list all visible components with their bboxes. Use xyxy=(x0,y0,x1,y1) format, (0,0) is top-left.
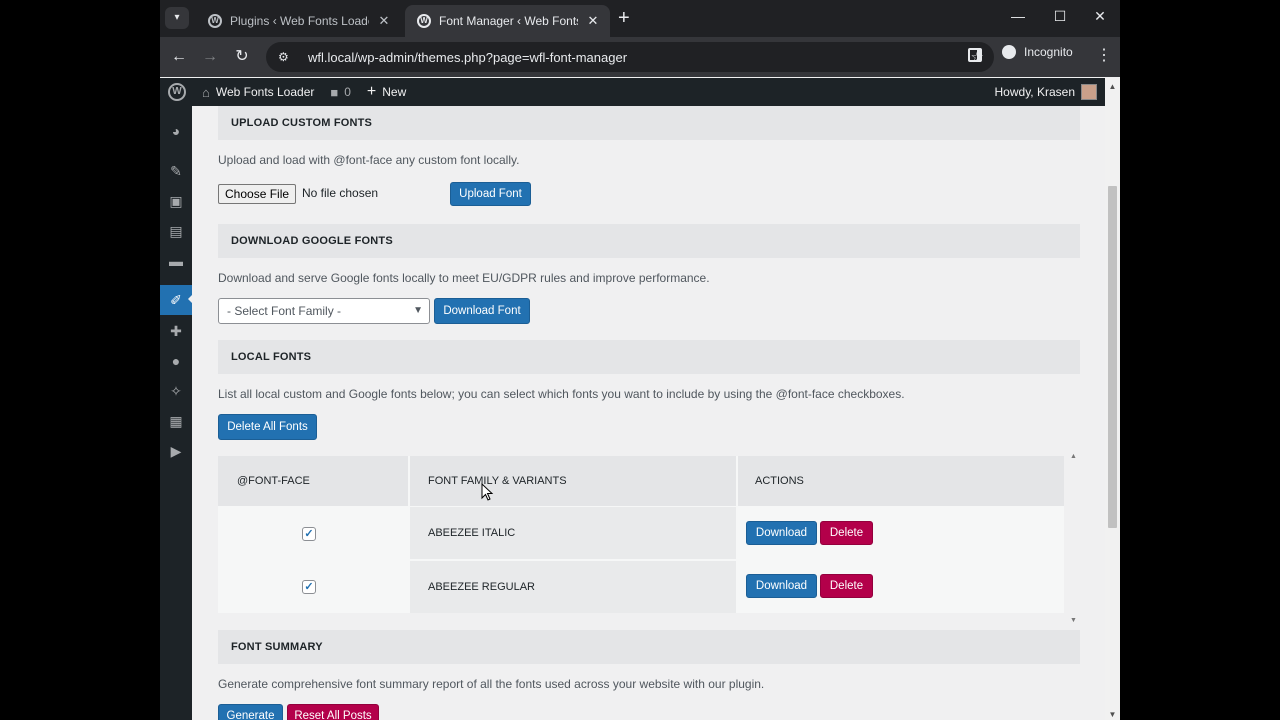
current-menu-arrow xyxy=(188,293,194,305)
wordpress-logo-icon: W xyxy=(168,83,186,101)
mouse-cursor-icon xyxy=(481,482,494,501)
site-settings-icon[interactable]: ⚙ xyxy=(278,50,296,64)
howdy-text: Howdy, Krasen xyxy=(994,85,1075,99)
home-icon: ⌂ xyxy=(202,84,210,100)
site-name: Web Fonts Loader xyxy=(215,85,315,99)
wp-admin-bar: W ⌂ Web Fonts Loader ■ 0 + New Howdy, Kr… xyxy=(160,78,1105,106)
wordpress-favicon-icon: W xyxy=(417,14,431,28)
comments-icon[interactable]: ▬ xyxy=(166,251,186,271)
comment-icon: ■ xyxy=(330,84,339,100)
collapse-menu-icon[interactable]: ▶ xyxy=(166,441,186,461)
media-icon[interactable]: ▣ xyxy=(166,191,186,211)
download-button[interactable]: Download xyxy=(746,521,817,545)
wp-logo-menu[interactable]: W xyxy=(160,83,194,101)
wordpress-favicon-icon: W xyxy=(208,14,222,28)
page-scrollbar[interactable]: ▲ ▼ xyxy=(1105,78,1120,720)
tab-strip: ▾ W Plugins ‹ Web Fonts Loader — W ✕ W F… xyxy=(160,0,1120,37)
incognito-indicator[interactable]: Incognito xyxy=(1002,45,1073,59)
delete-all-fonts-button[interactable]: Delete All Fonts xyxy=(218,414,317,440)
tab-search-chevron-icon[interactable]: ▾ xyxy=(165,7,189,29)
no-file-label: No file chosen xyxy=(302,186,379,200)
google-section-title: DOWNLOAD GOOGLE FONTS xyxy=(218,224,1080,258)
forward-arrow-icon[interactable]: → xyxy=(199,46,221,68)
font-family-select-value: - Select Font Family - xyxy=(227,304,342,318)
tab-title: Font Manager ‹ Web Fonts Loa xyxy=(439,14,578,28)
choose-file-button[interactable]: Choose File xyxy=(218,184,297,204)
scroll-up-arrow-icon[interactable]: ▲ xyxy=(1108,82,1117,91)
reset-all-posts-button[interactable]: Reset All Posts xyxy=(287,704,379,720)
google-description: Download and serve Google fonts locally … xyxy=(218,271,710,285)
tools-wrench-icon[interactable]: ✧ xyxy=(166,381,186,401)
settings-icon[interactable]: ▦ xyxy=(166,411,186,431)
users-icon[interactable]: ● xyxy=(166,351,186,371)
my-account-menu[interactable]: Howdy, Krasen xyxy=(995,84,1105,100)
maximize-icon[interactable]: ☐ xyxy=(1050,8,1070,25)
reload-icon[interactable]: ↻ xyxy=(231,46,253,68)
browser-window: ▾ W Plugins ‹ Web Fonts Loader — W ✕ W F… xyxy=(160,0,1120,720)
column-header-font-face: @FONT-FACE xyxy=(218,456,408,506)
generate-button[interactable]: Generate xyxy=(218,704,283,720)
admin-sidebar: ◕ ✎ ▣ ▤ ▬ ✐ ✚ ● ✧ ▦ ▶ xyxy=(160,106,194,720)
delete-button[interactable]: Delete xyxy=(820,521,873,545)
summary-description: Generate comprehensive font summary repo… xyxy=(218,677,765,691)
download-font-button[interactable]: Download Font xyxy=(434,298,530,324)
comments-count: 0 xyxy=(344,85,351,99)
browser-toolbar: ← → ↻ ⚙ wfl.local/wp-admin/themes.php?pa… xyxy=(160,37,1120,77)
chevron-down-icon: ▼ xyxy=(413,305,423,316)
local-description: List all local custom and Google fonts b… xyxy=(218,387,905,401)
plugins-icon[interactable]: ✚ xyxy=(166,321,186,341)
new-content-link[interactable]: + New xyxy=(359,83,414,101)
scrollbar-thumb[interactable] xyxy=(1108,186,1117,528)
column-header-actions: ACTIONS xyxy=(738,456,1064,506)
upload-section-title: UPLOAD CUSTOM FONTS xyxy=(218,106,1080,140)
summary-section-title: FONT SUMMARY xyxy=(218,630,1080,664)
tab-plugins[interactable]: W Plugins ‹ Web Fonts Loader — W ✕ xyxy=(196,5,401,37)
tab-font-manager[interactable]: W Font Manager ‹ Web Fonts Loa ✕ xyxy=(405,5,610,37)
posts-pin-icon[interactable]: ✎ xyxy=(166,161,186,181)
url-text: wfl.local/wp-admin/themes.php?page=wfl-f… xyxy=(308,49,628,65)
column-header-font-family: FONT FAMILY & VARIANTS xyxy=(410,456,736,506)
close-tab-icon[interactable]: ✕ xyxy=(586,13,600,29)
table-scroll-down-icon[interactable]: ▼ xyxy=(1070,617,1077,624)
font-face-checkbox[interactable]: ✓ xyxy=(302,527,316,541)
upload-font-button[interactable]: Upload Font xyxy=(450,182,531,206)
incognito-label: Incognito xyxy=(1024,45,1073,59)
browser-menu-icon[interactable]: ⋮ xyxy=(1096,45,1112,65)
side-panel-icon[interactable] xyxy=(968,48,982,62)
window-close-icon[interactable]: ✕ xyxy=(1090,8,1110,25)
new-tab-plus-icon[interactable]: + xyxy=(618,7,630,29)
font-family-cell: ABEEZEE ITALIC xyxy=(410,507,736,559)
close-tab-icon[interactable]: ✕ xyxy=(377,13,391,29)
local-fonts-table: @FONT-FACE FONT FAMILY & VARIANTS ACTION… xyxy=(218,456,1064,613)
comments-link[interactable]: ■ 0 xyxy=(322,85,359,100)
delete-button[interactable]: Delete xyxy=(820,574,873,598)
back-arrow-icon[interactable]: ← xyxy=(168,46,190,68)
local-section-title: LOCAL FONTS xyxy=(218,340,1080,374)
minimize-icon[interactable]: — xyxy=(1008,8,1028,24)
font-face-checkbox[interactable]: ✓ xyxy=(302,580,316,594)
download-button[interactable]: Download xyxy=(746,574,817,598)
incognito-icon xyxy=(1002,45,1016,59)
avatar xyxy=(1081,84,1097,100)
tab-title: Plugins ‹ Web Fonts Loader — W xyxy=(230,14,369,28)
pages-icon[interactable]: ▤ xyxy=(166,221,186,241)
dashboard-icon[interactable]: ◕ xyxy=(166,121,186,141)
upload-description: Upload and load with @font-face any cust… xyxy=(218,153,520,167)
table-scroll-up-icon[interactable]: ▲ xyxy=(1070,453,1077,460)
font-family-select[interactable]: - Select Font Family - ▼ xyxy=(218,298,430,324)
new-label: New xyxy=(382,85,407,99)
address-bar[interactable]: ⚙ wfl.local/wp-admin/themes.php?page=wfl… xyxy=(266,42,994,72)
site-name-link[interactable]: ⌂ Web Fonts Loader xyxy=(194,85,322,100)
font-family-cell: ABEEZEE REGULAR xyxy=(410,561,736,613)
scroll-down-arrow-icon[interactable]: ▼ xyxy=(1108,710,1117,719)
plus-icon: + xyxy=(366,83,377,100)
